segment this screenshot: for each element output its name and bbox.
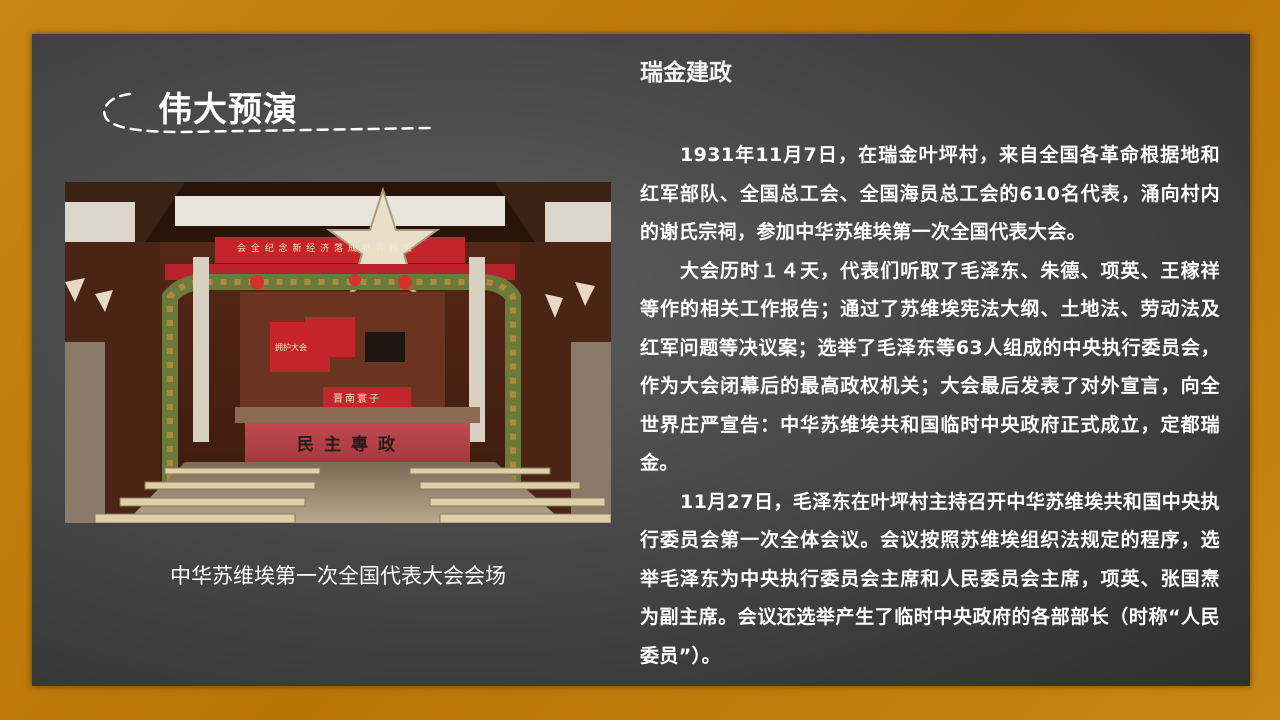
article-body: 1931年11月7日，在瑞金叶坪村，来自全国各革命根据地和红军部队、全国总工会、…: [640, 136, 1220, 675]
section-title: 伟大预演: [158, 90, 298, 130]
photo-small-banner-text: 晋南寰子: [333, 394, 381, 405]
article-paragraph: 1931年11月7日，在瑞金叶坪村，来自全国各革命根据地和红军部队、全国总工会、…: [640, 144, 1220, 243]
congress-hall-photo: 会 全 纪 念 新 经 济 落 成 世 界 社 会 民主專政 晋南寰子 拥护大会: [65, 182, 611, 523]
photo-caption: 中华苏维埃第一次全国代表大会会场: [170, 564, 506, 588]
photo-stage-banner-text: 民主專政: [297, 435, 405, 455]
article: 瑞金建政 1931年11月7日，在瑞金叶坪村，来自全国各革命根据地和红军部队、全…: [640, 56, 1220, 667]
photo-top-banner-text: 会 全 纪 念 新 经 济 落 成 世 界 社 会: [237, 244, 414, 254]
section-title-block: 伟大预演: [100, 76, 440, 146]
article-heading: 瑞金建政: [640, 60, 732, 86]
article-paragraph: 11月27日，毛泽东在叶坪村主持召开中华苏维埃共和国中央执行委员会第一次全体会议…: [640, 490, 1220, 667]
article-paragraph: 大会历时１４天，代表们听取了毛泽东、朱德、项英、王稼祥等作的相关工作报告；通过了…: [640, 259, 1220, 475]
photo-side-placard-text: 拥护大会: [275, 343, 307, 352]
